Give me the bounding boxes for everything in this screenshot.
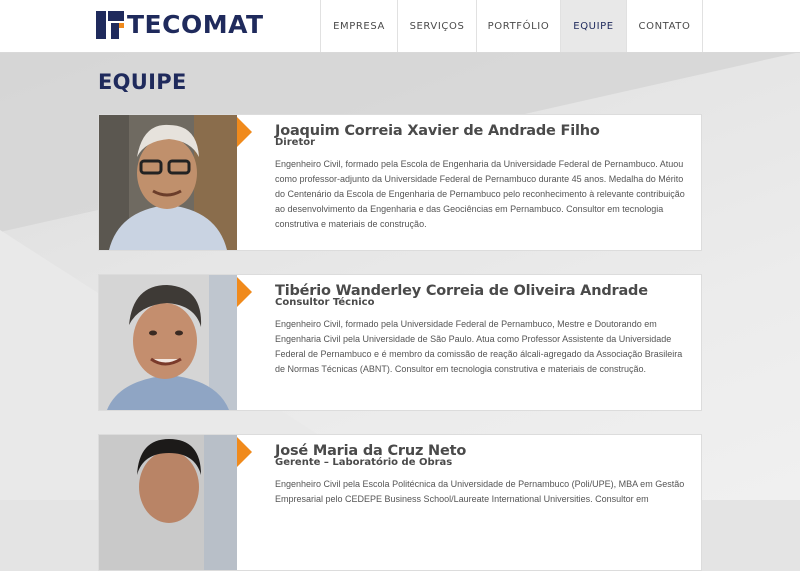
member-role: Diretor [275, 137, 316, 148]
member-photo [99, 275, 237, 410]
orange-arrow-icon [237, 437, 252, 467]
member-bio: Engenheiro Civil pela Escola Politécnica… [275, 479, 685, 504]
team-card: Joaquim Correia Xavier de Andrade Filho … [98, 114, 702, 251]
team-card: José Maria da Cruz Neto Gerente – Labora… [98, 434, 702, 571]
nav-item-servicos[interactable]: SERVIÇOS [397, 0, 476, 52]
nav-item-equipe[interactable]: EQUIPE [560, 0, 626, 52]
orange-arrow-icon [237, 117, 252, 147]
member-photo [99, 435, 237, 570]
member-role: Gerente – Laboratório de Obras [275, 457, 453, 468]
member-bio: Engenheiro Civil, formado pela Universid… [275, 319, 683, 374]
nav-item-portfolio[interactable]: PORTFÓLIO [476, 0, 560, 52]
site-header: TECOMAT EMPRESA SERVIÇOS PORTFÓLIO EQUIP… [0, 0, 800, 53]
member-photo [99, 115, 237, 250]
logo-mark-icon [96, 11, 124, 39]
orange-arrow-icon [237, 277, 252, 307]
member-bio: Engenheiro Civil, formado pela Escola de… [275, 159, 685, 229]
nav-item-contato[interactable]: CONTATO [626, 0, 703, 52]
site-logo[interactable]: TECOMAT [96, 11, 264, 39]
nav-item-empresa[interactable]: EMPRESA [320, 0, 397, 52]
page-title: EQUIPE [98, 70, 187, 94]
main-nav: EMPRESA SERVIÇOS PORTFÓLIO EQUIPE CONTAT… [320, 0, 703, 52]
member-role: Consultor Técnico [275, 297, 375, 308]
logo-text: TECOMAT [127, 10, 264, 39]
member-name: Joaquim Correia Xavier de Andrade Filho [275, 123, 600, 139]
team-card: Tibério Wanderley Correia de Oliveira An… [98, 274, 702, 411]
